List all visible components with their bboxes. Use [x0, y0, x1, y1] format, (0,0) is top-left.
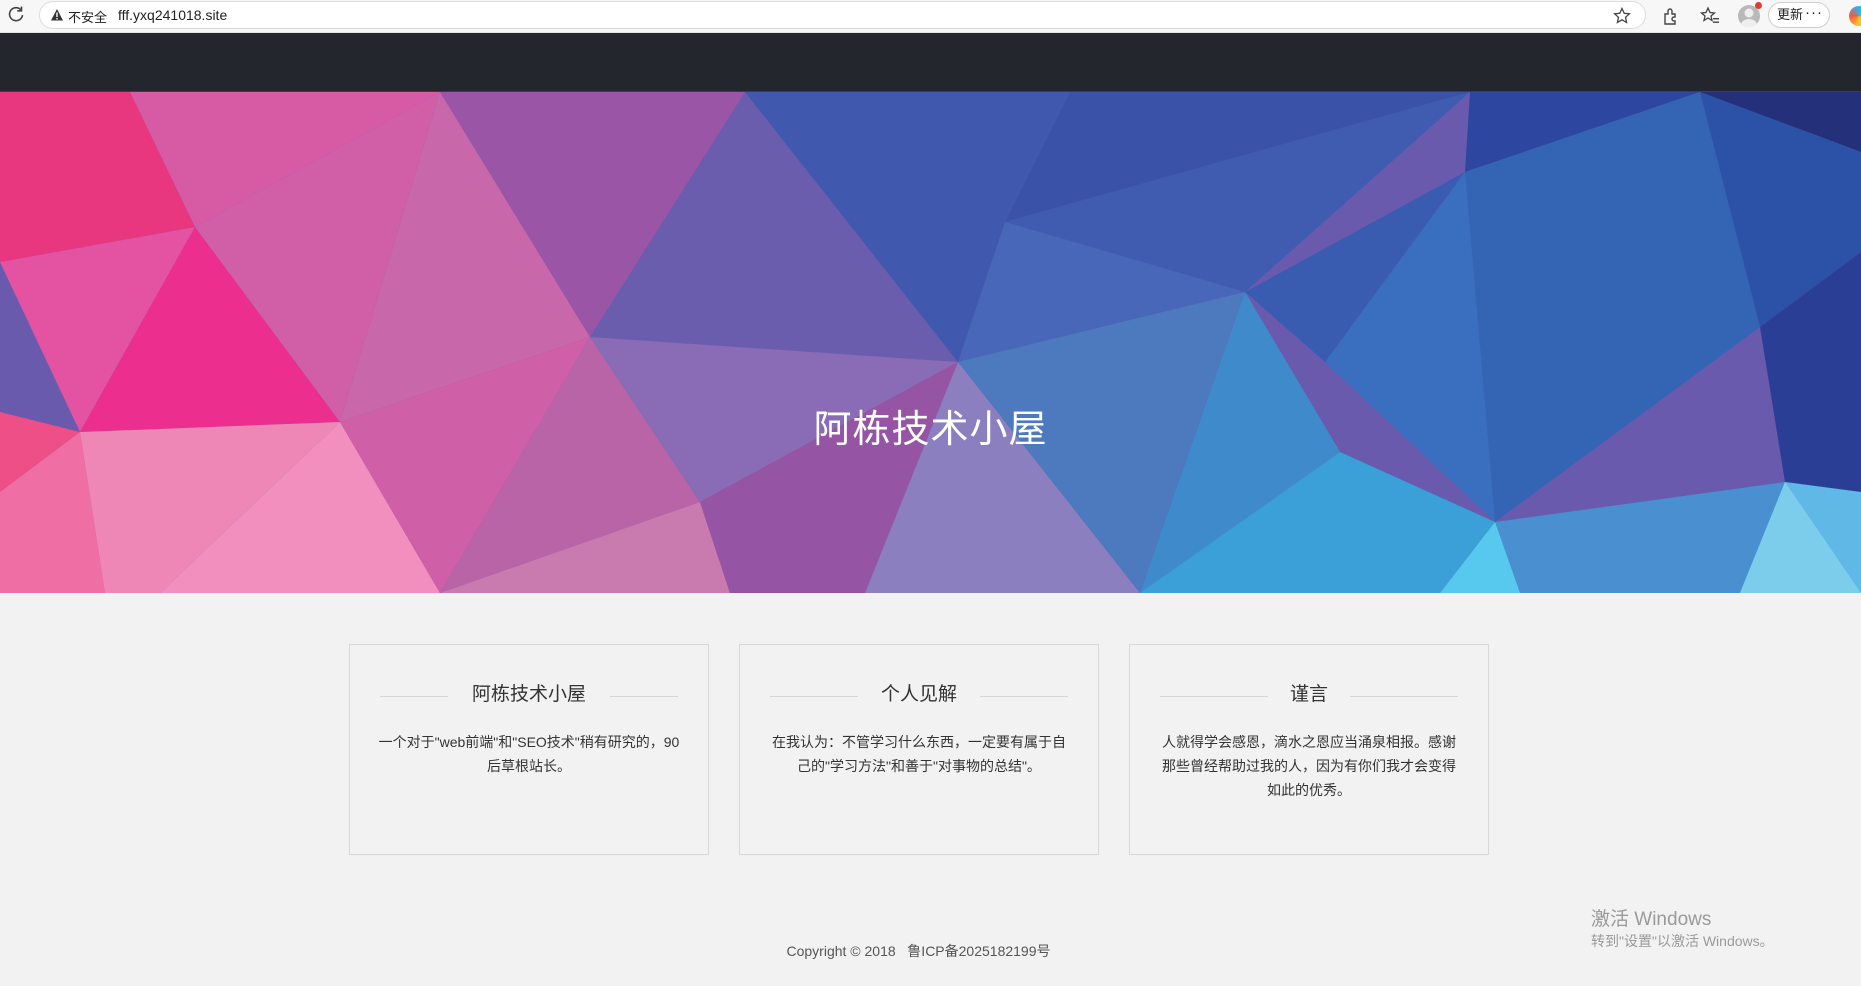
favorite-star-icon[interactable] — [1613, 7, 1631, 25]
card-motto: 谨言 人就得学会感恩，滴水之恩应当涌泉相报。感谢那些曾经帮助过我的人，因为有你们… — [1129, 644, 1489, 855]
update-button[interactable]: 更新 ··· — [1768, 2, 1830, 28]
hero-title: 阿栋技术小屋 — [813, 409, 1048, 451]
more-icon[interactable]: ··· — [1805, 1, 1823, 25]
card-text: 人就得学会感恩，滴水之恩应当涌泉相报。感谢那些曾经帮助过我的人，因为有你们我才会… — [1162, 734, 1456, 798]
copilot-icon[interactable] — [1849, 6, 1861, 26]
card-title: 个人见解 — [880, 684, 957, 705]
windows-activation-title: 激活 Windows — [1591, 909, 1712, 930]
favorites-icon[interactable] — [1700, 6, 1720, 26]
browser-toolbar: 不安全 fff.yxq241018.site 更新 ··· — [0, 0, 1861, 33]
url-text[interactable]: fff.yxq241018.site — [118, 7, 227, 23]
notification-dot — [1755, 2, 1762, 9]
address-bar[interactable]: 不安全 fff.yxq241018.site — [39, 1, 1646, 29]
hero-banner: 阿栋技术小屋 — [0, 92, 1861, 593]
card-text: 一个对于"web前端"和"SEO技术"稍有研究的，90后草根站长。 — [378, 734, 680, 774]
card-text: 在我认为：不管学习什么东西，一定要有属于自己的"学习方法"和善于"对事物的总结"… — [772, 734, 1066, 774]
card-opinion: 个人见解 在我认为：不管学习什么东西，一定要有属于自己的"学习方法"和善于"对事… — [739, 644, 1099, 855]
card-title: 阿栋技术小屋 — [471, 684, 586, 705]
warning-icon — [51, 9, 63, 21]
card-title: 谨言 — [1289, 684, 1328, 705]
update-label: 更新 — [1777, 7, 1804, 22]
site-navbar — [0, 33, 1861, 92]
footer-copyright[interactable]: Copyright © 2018 鲁ICP备2025182199号 — [0, 941, 1837, 961]
extensions-icon[interactable] — [1661, 6, 1681, 26]
reload-icon[interactable] — [6, 4, 26, 24]
hero-lowpoly-background — [0, 92, 1861, 593]
card-about: 阿栋技术小屋 一个对于"web前端"和"SEO技术"稍有研究的，90后草根站长。 — [349, 644, 709, 855]
security-status-label[interactable]: 不安全 — [68, 7, 107, 26]
